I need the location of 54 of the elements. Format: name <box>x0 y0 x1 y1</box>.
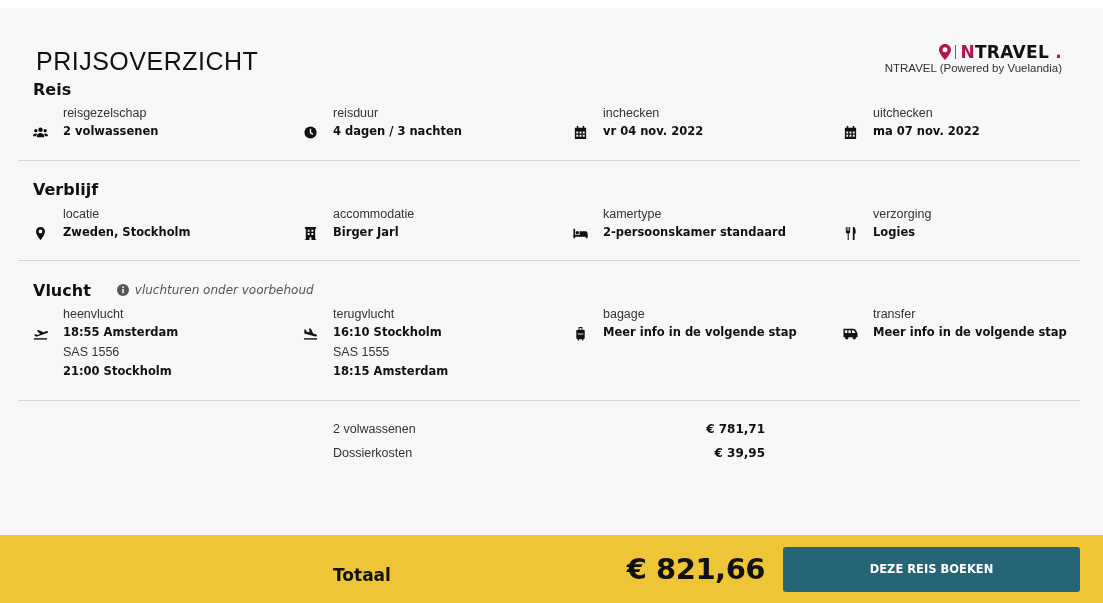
detail-label: uitchecken <box>873 105 934 122</box>
detail-value: 2 volwassenen <box>63 123 159 140</box>
detail-value: 4 dagen / 3 nachten <box>333 123 462 140</box>
book-button[interactable]: DEZE REIS BOEKEN <box>783 546 1080 592</box>
location-pin-icon <box>33 225 48 241</box>
detail-label: terugvlucht <box>333 306 396 323</box>
detail-label: locatie <box>63 205 101 223</box>
detail-label: kamertype <box>603 205 663 223</box>
calendar-icon <box>573 125 588 140</box>
detail-label: transfer <box>873 306 917 323</box>
calendar-icon <box>843 125 858 140</box>
detail-label: bagage <box>603 306 646 323</box>
detail-label: inchecken <box>603 105 661 122</box>
detail-label: heenvlucht <box>63 306 125 323</box>
section-title: Vlucht <box>33 280 91 300</box>
brand-subtitle: NTRAVEL (Powered by Vuelandia) <box>884 62 1062 74</box>
detail-value: Meer info in de volgende stap <box>603 324 797 341</box>
building-icon <box>303 225 318 241</box>
suitcase-icon <box>573 326 588 341</box>
page-title: PRIJSOVERZICHT <box>36 47 259 72</box>
detail-value: Zweden, Stockholm <box>63 223 191 241</box>
detail-value: SAS 1556 <box>63 343 121 361</box>
van-icon <box>843 326 858 341</box>
price-label: Dossierkosten <box>333 445 413 460</box>
detail-label: verzorging <box>873 205 933 223</box>
total-label: Totaal <box>333 565 391 585</box>
plane-arrival-icon <box>303 326 318 341</box>
detail-value: 16:10 Stockholm <box>333 324 443 341</box>
cutlery-icon <box>843 225 858 241</box>
flight-note: vluchturen onder voorbehoud <box>134 283 314 297</box>
detail-value: Logies <box>873 223 916 241</box>
detail-value: Meer info in de volgende stap <box>873 324 1067 341</box>
detail-value: 18:55 Amsterdam <box>63 324 179 341</box>
price-amount: € 39,95 <box>714 445 765 460</box>
detail-value: vr 04 nov. 2022 <box>603 123 704 140</box>
detail-value: Birger Jarl <box>333 223 399 241</box>
detail-label: reisgezelschap <box>63 105 148 122</box>
people-icon <box>33 125 48 140</box>
info-icon <box>116 284 129 296</box>
total-amount: € 821,66 <box>626 552 765 586</box>
detail-value: 2-persoonskamer standaard <box>603 223 786 241</box>
clock-icon <box>303 125 318 140</box>
detail-value: ma 07 nov. 2022 <box>873 123 980 140</box>
price-amount: € 781,71 <box>706 421 765 436</box>
section-title: Reis <box>33 79 72 99</box>
detail-value: SAS 1555 <box>333 343 391 361</box>
location-pin-icon <box>939 44 952 60</box>
brand-logo: NTRAVEL . <box>960 42 1062 62</box>
detail-value: 21:00 Stockholm <box>63 363 173 380</box>
price-label: 2 volwassenen <box>333 421 416 436</box>
detail-label: reisduur <box>333 105 380 122</box>
detail-label: accommodatie <box>333 205 416 223</box>
section-title: Verblijf <box>33 180 99 199</box>
detail-value: 18:15 Amsterdam <box>333 363 449 380</box>
